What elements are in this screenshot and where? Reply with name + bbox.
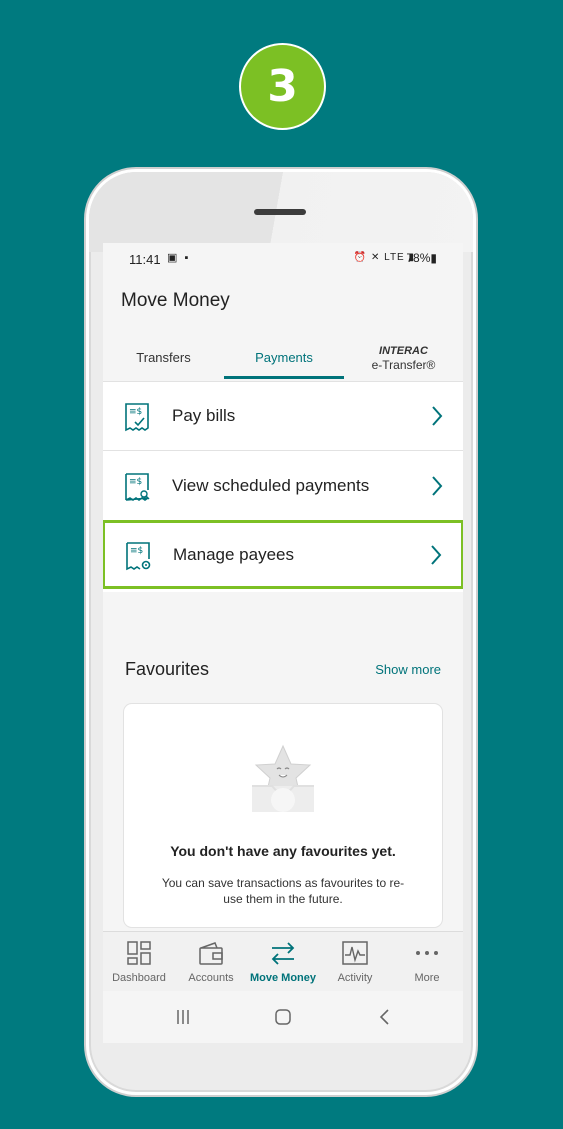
home-icon[interactable]	[273, 1007, 293, 1027]
dashboard-icon	[127, 941, 151, 965]
bill-search-icon: ≡$	[125, 473, 150, 501]
svg-text:≡$: ≡$	[130, 546, 143, 556]
bill-check-icon: ≡$	[125, 403, 149, 432]
payments-menu: ≡$ Pay bills ≡$ View scheduled payments	[103, 381, 463, 592]
wallet-icon	[199, 942, 223, 965]
battery-level: 78%▮	[406, 251, 437, 265]
app-screen: 11:41 ▣ ▪ ⏰ ✕ LTE ▮ 78%▮ Move Money Tran…	[103, 243, 463, 1043]
tab-payments-label: Payments	[255, 350, 313, 365]
empty-star-tray-icon	[252, 744, 314, 812]
step-number-badge: 3	[239, 43, 326, 130]
tab-interac-etransfer[interactable]: INTERAC e-Transfer®	[344, 335, 463, 381]
nav-move-money-label: Move Money	[249, 972, 316, 984]
show-more-link[interactable]: Show more	[375, 662, 441, 677]
notification-icons: ▣ ▪	[167, 252, 191, 264]
active-tab-indicator	[224, 376, 344, 379]
favourites-empty-card: You don't have any favourites yet. You c…	[124, 704, 442, 927]
chevron-right-icon	[431, 545, 442, 565]
tab-payments[interactable]: Payments	[224, 335, 344, 381]
svg-text:≡$: ≡$	[129, 407, 142, 417]
system-navigation-bar	[103, 991, 463, 1043]
chevron-right-icon	[432, 476, 443, 496]
tab-etransfer-label: e-Transfer®	[371, 358, 436, 372]
nav-activity[interactable]: Activity	[319, 932, 391, 992]
menu-item-manage-payees[interactable]: ≡$ Manage payees	[103, 520, 463, 589]
chevron-right-icon	[432, 406, 443, 426]
tab-bar: Transfers Payments INTERAC e-Transfer®	[103, 335, 463, 381]
nav-dashboard-label: Dashboard	[112, 972, 166, 984]
nav-more-label: More	[414, 972, 440, 984]
empty-favourites-title: You don't have any favourites yet.	[170, 843, 396, 859]
menu-item-pay-bills[interactable]: ≡$ Pay bills	[103, 382, 463, 451]
nav-dashboard[interactable]: Dashboard	[103, 932, 175, 992]
status-time: 11:41	[129, 252, 161, 267]
transfer-arrows-icon	[271, 942, 295, 965]
tab-transfers[interactable]: Transfers	[103, 335, 224, 381]
recent-apps-icon[interactable]	[173, 1007, 193, 1027]
menu-label-pay-bills: Pay bills	[172, 406, 236, 425]
back-icon[interactable]	[375, 1007, 395, 1027]
menu-label-manage-payees: Manage payees	[173, 545, 294, 564]
tab-transfers-label: Transfers	[136, 350, 191, 365]
nav-move-money[interactable]: Move Money	[247, 932, 319, 992]
bill-gear-icon: ≡$	[126, 542, 151, 571]
nav-accounts[interactable]: Accounts	[175, 932, 247, 992]
nav-more[interactable]: More	[391, 932, 463, 992]
menu-item-view-scheduled-payments[interactable]: ≡$ View scheduled payments	[103, 452, 463, 521]
nav-accounts-label: Accounts	[188, 972, 234, 984]
svg-text:≡$: ≡$	[129, 477, 142, 487]
tab-interac-label: INTERAC	[379, 345, 428, 357]
phone-speaker	[254, 209, 306, 215]
activity-chart-icon	[342, 941, 368, 965]
page-title: Move Money	[121, 290, 230, 311]
phone-frame: 11:41 ▣ ▪ ⏰ ✕ LTE ▮ 78%▮ Move Money Tran…	[86, 169, 476, 1095]
status-bar: 11:41 ▣ ▪ ⏰ ✕ LTE ▮ 78%▮	[103, 243, 463, 273]
menu-label-view-scheduled: View scheduled payments	[172, 476, 370, 495]
bottom-navigation: Dashboard Accounts Move Money Activity M…	[103, 931, 463, 992]
nav-activity-label: Activity	[337, 972, 373, 984]
favourites-heading: Favourites	[125, 659, 210, 679]
empty-favourites-description: You can save transactions as favourites …	[161, 876, 405, 906]
more-dots-icon	[416, 951, 438, 955]
